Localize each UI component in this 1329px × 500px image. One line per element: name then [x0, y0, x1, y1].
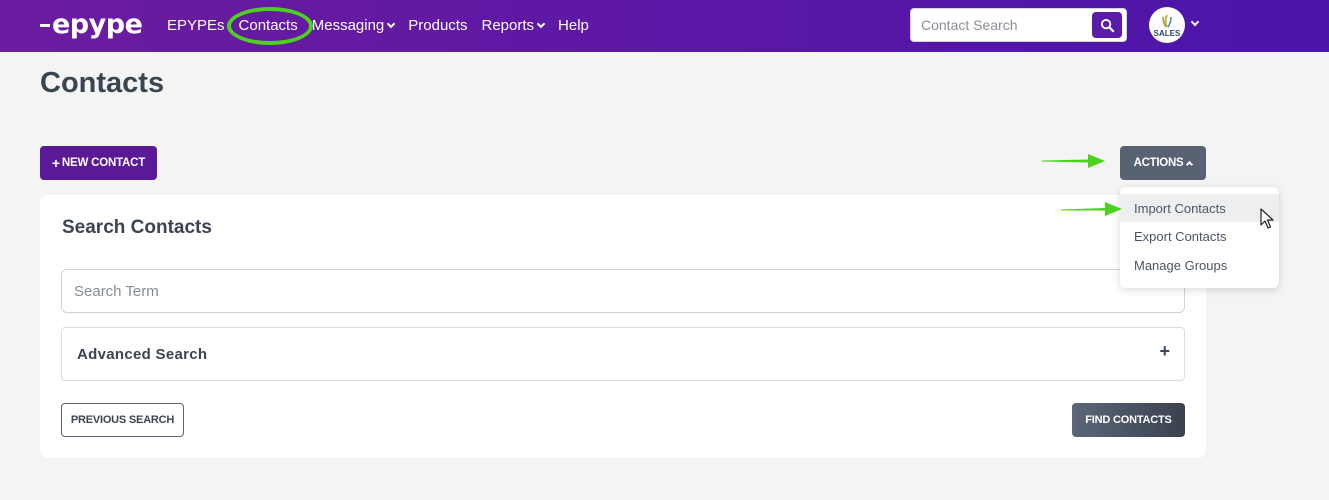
contact-search-box	[910, 8, 1127, 42]
advanced-search-label: Advanced Search	[77, 346, 208, 363]
chevron-up-icon	[1186, 160, 1194, 169]
user-avatar[interactable]: SALES	[1149, 7, 1185, 43]
annotation-arrow-icon	[1042, 154, 1105, 168]
search-icon	[1100, 18, 1114, 32]
top-navbar: epype EPYPEs Contacts Messaging Products…	[0, 0, 1329, 52]
annotation-arrow-icon	[1061, 202, 1122, 216]
nav-item-help[interactable]: Help	[558, 17, 589, 34]
advanced-search-toggle[interactable]: Advanced Search +	[61, 327, 1185, 381]
chevron-down-icon	[387, 19, 396, 28]
menu-item-import-contacts[interactable]: Import Contacts	[1120, 194, 1279, 222]
actions-button[interactable]: ACTIONS	[1120, 146, 1206, 180]
main-nav: EPYPEs Contacts Messaging Products Repor…	[167, 0, 603, 50]
new-contact-button[interactable]: + NEW CONTACT	[40, 146, 157, 180]
contact-search-input[interactable]	[911, 9, 1091, 41]
mouse-cursor-icon	[1260, 208, 1274, 229]
search-button[interactable]	[1092, 12, 1122, 38]
chevron-down-icon[interactable]	[1190, 17, 1200, 27]
search-term-input[interactable]	[62, 270, 1184, 312]
menu-item-export-contacts[interactable]: Export Contacts	[1120, 222, 1279, 250]
search-term-field	[61, 269, 1185, 313]
card-title: Search Contacts	[62, 217, 212, 238]
previous-search-button[interactable]: PREVIOUS SEARCH	[61, 403, 184, 437]
actions-dropdown-menu: Import Contacts Export Contacts Manage G…	[1120, 187, 1279, 288]
plus-icon: +	[1159, 341, 1170, 361]
nav-item-contacts[interactable]: Contacts	[226, 6, 313, 45]
plus-icon: +	[51, 155, 60, 171]
find-contacts-button[interactable]: FIND CONTACTS	[1072, 403, 1185, 437]
chevron-down-icon	[536, 19, 546, 28]
menu-item-manage-groups[interactable]: Manage Groups	[1120, 251, 1279, 279]
nav-item-messaging[interactable]: Messaging	[312, 17, 396, 34]
search-contacts-card: Search Contacts Advanced Search + PREVIO…	[40, 195, 1206, 458]
nav-item-products[interactable]: Products	[408, 17, 467, 34]
page-title: Contacts	[40, 67, 165, 99]
nav-item-reports[interactable]: Reports	[481, 17, 546, 34]
epype-logo[interactable]: epype	[40, 8, 143, 40]
nav-item-epypes[interactable]: EPYPEs	[167, 17, 225, 34]
